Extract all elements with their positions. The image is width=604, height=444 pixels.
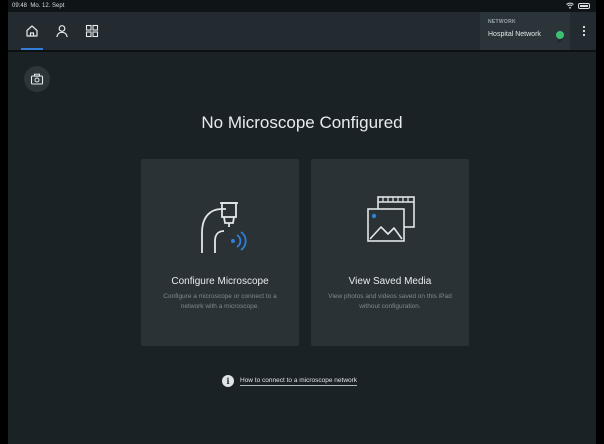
configure-microscope-card[interactable]: Configure Microscope Configure a microsc…	[141, 159, 299, 346]
status-datetime: 09:48 Mo. 12. Sept	[12, 0, 64, 12]
battery-icon	[578, 2, 590, 9]
camera-switch-icon	[30, 73, 44, 85]
more-menu-button[interactable]	[572, 12, 596, 50]
nav-home-button[interactable]	[18, 12, 46, 50]
page-title: No Microscope Configured	[201, 113, 403, 132]
app-frame: 09:48 Mo. 12. Sept NETWORK Hospital Netw…	[8, 0, 596, 444]
network-status[interactable]: NETWORK Hospital Network	[480, 12, 570, 50]
home-icon	[26, 25, 38, 37]
card-title: Configure Microscope	[171, 276, 269, 287]
grid-icon	[85, 24, 99, 38]
nav-user-button[interactable]	[48, 12, 76, 50]
help-link[interactable]: How to connect to a microscope network	[240, 377, 358, 386]
top-bar: NETWORK Hospital Network	[8, 12, 596, 50]
microscope-illustration	[141, 189, 299, 255]
status-date: Mo. 12. Sept	[30, 3, 65, 9]
switch-camera-button[interactable]	[24, 66, 50, 92]
status-time: 09:48	[12, 3, 28, 9]
check-circle-icon	[556, 31, 564, 43]
wifi-icon	[566, 2, 574, 9]
gallery-icon	[367, 196, 415, 242]
card-title: View Saved Media	[348, 276, 432, 287]
user-icon	[56, 25, 68, 38]
network-name: Hospital Network	[488, 31, 541, 38]
info-icon: i	[222, 375, 234, 387]
network-label: NETWORK	[488, 19, 516, 25]
more-vertical-icon	[582, 25, 586, 37]
card-description: View photos and videos saved on this iPa…	[328, 293, 452, 310]
help-link-row[interactable]: i How to connect to a microscope network	[222, 374, 358, 388]
view-saved-media-card[interactable]: View Saved Media View photos and videos …	[311, 159, 469, 346]
microscope-wireless-icon	[201, 202, 247, 253]
media-illustration	[311, 189, 469, 255]
nav-grid-button[interactable]	[78, 12, 106, 50]
card-description: Configure a microscope or connect to a n…	[163, 293, 277, 310]
header-divider	[8, 50, 596, 52]
status-bar: 09:48 Mo. 12. Sept	[8, 0, 596, 12]
status-icons	[566, 2, 590, 9]
